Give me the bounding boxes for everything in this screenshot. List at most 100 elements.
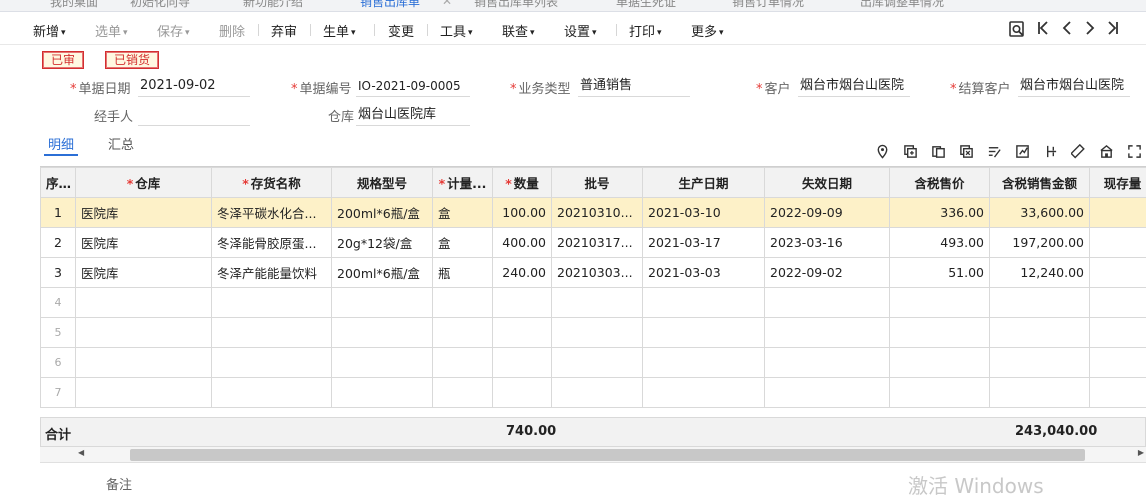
tab-outbound-adjust-status[interactable]: 出库调整单情况 (860, 0, 944, 10)
cell-amount[interactable]: 197,200.00 (990, 228, 1090, 258)
handler-field[interactable] (138, 106, 250, 126)
table-row-empty[interactable]: 4 (41, 288, 1146, 318)
col-header-spec[interactable]: 规格型号 (332, 168, 433, 198)
cell-stock[interactable] (1090, 378, 1146, 408)
tab-summary[interactable]: 汇总 (108, 134, 134, 153)
table-row-empty[interactable]: 5 (41, 318, 1146, 348)
business-type-field[interactable]: 普通销售 (578, 77, 690, 97)
cell-spec[interactable] (332, 378, 433, 408)
cell-price[interactable]: 51.00 (890, 258, 990, 288)
col-header-amount[interactable]: 含税销售金额 (990, 168, 1090, 198)
cell-batch[interactable] (552, 288, 643, 318)
cell-warehouse[interactable]: 医院库 (76, 228, 212, 258)
cell-batch[interactable]: 20210317... (552, 228, 643, 258)
scroll-left-icon[interactable]: ◀ (78, 448, 84, 457)
cell-stock[interactable] (1090, 228, 1146, 258)
batch-edit-icon[interactable] (986, 144, 1002, 160)
cell-spec[interactable] (332, 318, 433, 348)
cell-unit[interactable]: 盒 (433, 198, 493, 228)
cell-amount[interactable]: 12,240.00 (990, 258, 1090, 288)
search-doc-icon[interactable] (1008, 20, 1026, 43)
cell-exp-date[interactable] (765, 348, 890, 378)
doc-date-field[interactable]: 2021-09-02 (138, 77, 250, 97)
cell-item-name[interactable] (212, 318, 332, 348)
cell-unit[interactable]: 盒 (433, 228, 493, 258)
cell-amount[interactable] (990, 378, 1090, 408)
col-header-stock[interactable]: 现存量 (1090, 168, 1146, 198)
cell-warehouse[interactable]: 医院库 (76, 198, 212, 228)
cell-amount[interactable]: 33,600.00 (990, 198, 1090, 228)
cell-unit[interactable]: 瓶 (433, 258, 493, 288)
cell-item-name[interactable]: 冬泽平碳水化合... (212, 198, 332, 228)
cell-qty[interactable]: 400.00 (493, 228, 552, 258)
print-button[interactable]: 打印▾ (629, 21, 662, 40)
cell-exp-date[interactable] (765, 288, 890, 318)
cell-unit[interactable] (433, 318, 493, 348)
cell-mfg-date[interactable] (643, 318, 765, 348)
tab-sales-order-status[interactable]: 销售订单情况 (732, 0, 804, 10)
settle-customer-field[interactable]: 烟台市烟台山医院 (1018, 77, 1130, 97)
tab-doc-lifecycle[interactable]: 单据生死证 (616, 0, 676, 10)
col-header-mfg-date[interactable]: 生产日期 (643, 168, 765, 198)
table-row[interactable]: 1 医院库 冬泽平碳水化合... 200ml*6瓶/盒 盒 100.00 202… (41, 198, 1146, 228)
tab-new-features[interactable]: 新功能介绍 (243, 0, 303, 10)
cell-price[interactable] (890, 288, 990, 318)
col-header-item-name[interactable]: *存货名称 (212, 168, 332, 198)
prev-record-icon[interactable] (1060, 19, 1074, 42)
cell-warehouse[interactable]: 医院库 (76, 258, 212, 288)
cell-price[interactable] (890, 378, 990, 408)
cell-item-name[interactable]: 冬泽产能能量饮料 (212, 258, 332, 288)
tab-sales-outbound-list[interactable]: 销售出库单列表 (474, 0, 558, 10)
first-record-icon[interactable] (1036, 19, 1050, 42)
generate-doc-button[interactable]: 生单▾ (323, 21, 356, 40)
scrollbar-thumb[interactable] (130, 449, 1085, 461)
cell-batch[interactable] (552, 378, 643, 408)
cell-batch[interactable]: 20210310... (552, 198, 643, 228)
col-header-price[interactable]: 含税售价 (890, 168, 990, 198)
cell-mfg-date[interactable]: 2021-03-17 (643, 228, 765, 258)
cell-warehouse[interactable] (76, 318, 212, 348)
cell-warehouse[interactable] (76, 288, 212, 318)
cell-batch[interactable]: 20210303... (552, 258, 643, 288)
split-icon[interactable] (1042, 144, 1058, 160)
scroll-right-icon[interactable]: ▶ (1138, 448, 1144, 457)
cell-stock[interactable] (1090, 258, 1146, 288)
cell-item-name[interactable]: 冬泽能骨胶原蛋... (212, 228, 332, 258)
tools-button[interactable]: 工具▾ (440, 21, 473, 40)
cell-mfg-date[interactable]: 2021-03-10 (643, 198, 765, 228)
col-header-warehouse[interactable]: *仓库 (76, 168, 212, 198)
cell-qty[interactable] (493, 318, 552, 348)
cell-price[interactable]: 336.00 (890, 198, 990, 228)
cell-stock[interactable] (1090, 288, 1146, 318)
cell-price[interactable]: 493.00 (890, 228, 990, 258)
cell-spec[interactable]: 200ml*6瓶/盒 (332, 198, 433, 228)
cell-stock[interactable] (1090, 318, 1146, 348)
warehouse-field[interactable]: 烟台山医院库 (356, 106, 470, 126)
cell-mfg-date[interactable] (643, 348, 765, 378)
tab-sales-outbound[interactable]: 销售出库单 (360, 0, 420, 10)
settings-button[interactable]: 设置▾ (564, 21, 597, 40)
cell-batch[interactable] (552, 348, 643, 378)
cell-unit[interactable] (433, 348, 493, 378)
add-button[interactable]: 新增▾ (33, 21, 66, 40)
cell-unit[interactable] (433, 288, 493, 318)
cell-price[interactable] (890, 348, 990, 378)
cell-warehouse[interactable] (76, 348, 212, 378)
customer-field[interactable]: 烟台市烟台山医院 (798, 77, 910, 97)
col-header-unit[interactable]: *计量... (433, 168, 493, 198)
save-button[interactable]: 保存▾ (157, 21, 190, 40)
close-tab-icon[interactable]: ✕ (442, 0, 452, 8)
cell-exp-date[interactable]: 2022-09-02 (765, 258, 890, 288)
cell-qty[interactable]: 240.00 (493, 258, 552, 288)
col-header-qty[interactable]: *数量 (493, 168, 552, 198)
cell-exp-date[interactable]: 2023-03-16 (765, 228, 890, 258)
cell-batch[interactable] (552, 318, 643, 348)
cell-qty[interactable] (493, 348, 552, 378)
cell-spec[interactable]: 200ml*6瓶/盒 (332, 258, 433, 288)
cell-spec[interactable] (332, 288, 433, 318)
cell-exp-date[interactable] (765, 318, 890, 348)
next-record-icon[interactable] (1083, 19, 1097, 42)
change-button[interactable]: 变更 (388, 21, 414, 40)
cell-mfg-date[interactable]: 2021-03-03 (643, 258, 765, 288)
tab-detail[interactable]: 明细 (48, 134, 74, 153)
